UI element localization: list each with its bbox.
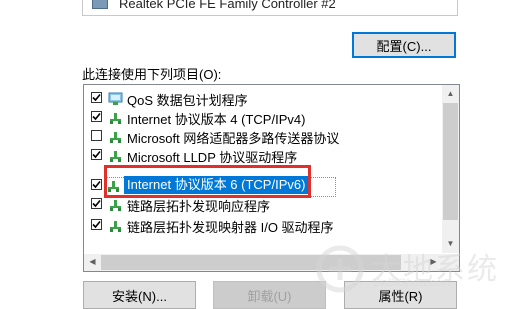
items-label: 此连接使用下列项目(O): (82, 67, 222, 82)
qos-scheduler-icon (108, 92, 123, 105)
checkbox-qos[interactable] (91, 92, 102, 103)
network-adapter-box: Realtek PCIe FE Family Controller #2 (82, 0, 458, 16)
checkbox-multiplexor[interactable] (91, 130, 102, 141)
vertical-scroll-thumb[interactable] (443, 103, 458, 220)
highlight-annotation-box (104, 165, 311, 198)
configure-button[interactable]: 配置(C)... (352, 32, 456, 58)
network-protocol-icon (110, 151, 121, 162)
item-label: 链路层拓扑发现响应程序 (127, 199, 271, 214)
item-label: Microsoft LLDP 协议驱动程序 (127, 150, 298, 165)
install-button[interactable]: 安装(N)... (83, 281, 196, 309)
checkbox-lltd-mapper[interactable] (91, 219, 102, 230)
watermark: 大地系统 DaDiGhost.com (315, 244, 525, 296)
vertical-scrollbar[interactable]: ▲ ▼ (442, 85, 459, 253)
list-item-qos[interactable]: QoS 数据包计划程序 (84, 89, 442, 108)
item-label: Internet 协议版本 4 (TCP/IPv4) (127, 112, 306, 127)
network-adapter-icon (92, 0, 108, 9)
uninstall-button[interactable]: 卸载(U) (213, 281, 326, 309)
scroll-left-icon[interactable]: ◀ (84, 257, 101, 266)
network-protocol-icon (110, 113, 121, 124)
list-item-multiplexor[interactable]: Microsoft 网络适配器多路传送器协议 (84, 127, 442, 146)
watermark-url: DaDiGhost.com (373, 277, 451, 289)
item-label: 链路层拓扑发现映射器 I/O 驱动程序 (127, 220, 334, 235)
adapter-name: Realtek PCIe FE Family Controller #2 (119, 0, 336, 11)
network-protocol-icon (110, 221, 121, 232)
item-label: QoS 数据包计划程序 (127, 93, 248, 108)
item-label: Microsoft 网络适配器多路传送器协议 (127, 131, 340, 146)
checkbox-ipv6[interactable] (91, 179, 102, 190)
network-protocol-icon (110, 132, 121, 143)
watermark-logo-icon (316, 245, 364, 293)
scroll-up-icon[interactable]: ▲ (442, 89, 459, 98)
checkbox-lltd-responder[interactable] (91, 198, 102, 209)
list-item-ipv4[interactable]: Internet 协议版本 4 (TCP/IPv4) (84, 108, 442, 127)
checkbox-lldp[interactable] (91, 149, 102, 160)
list-item-lltd-mapper[interactable]: 链路层拓扑发现映射器 I/O 驱动程序 (84, 216, 442, 235)
list-item-lldp[interactable]: Microsoft LLDP 协议驱动程序 (84, 146, 442, 165)
network-protocol-icon (110, 200, 121, 211)
checkbox-ipv4[interactable] (91, 111, 102, 122)
